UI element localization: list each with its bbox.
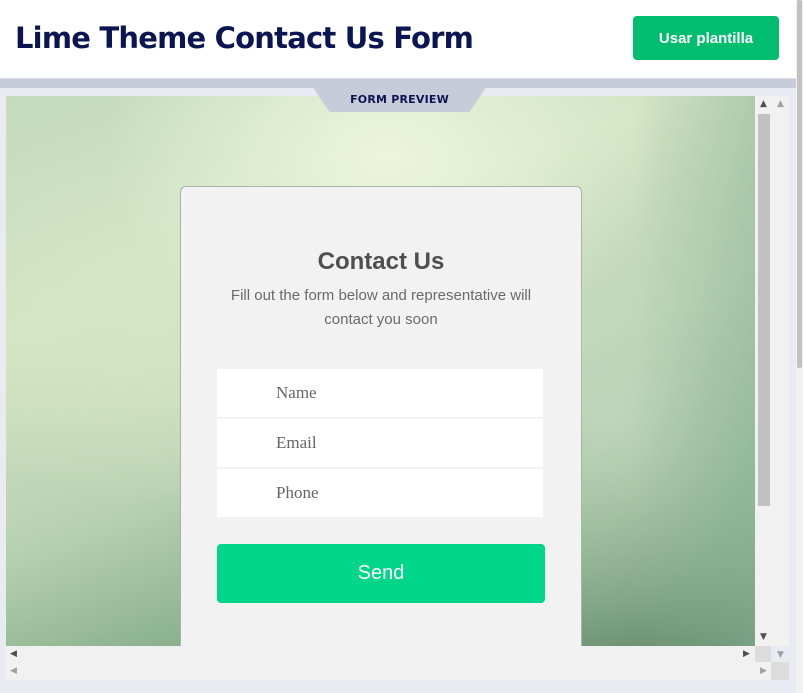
email-field[interactable] bbox=[217, 419, 543, 467]
phone-field[interactable] bbox=[217, 469, 543, 517]
scrollbar-corner bbox=[771, 662, 789, 680]
page-scrollbar-thumb[interactable] bbox=[797, 0, 802, 368]
form-preview-area: Contact Us Fill out the form below and r… bbox=[6, 96, 755, 646]
scroll-right-arrow-icon[interactable]: ▶ bbox=[743, 649, 750, 659]
send-button[interactable]: Send bbox=[217, 544, 545, 603]
scroll-up-arrow-icon[interactable]: ▲ bbox=[777, 99, 784, 109]
scroll-right-arrow-icon[interactable]: ▶ bbox=[760, 666, 767, 676]
outer-horizontal-scrollbar[interactable] bbox=[6, 662, 789, 680]
form-subheading: Fill out the form below and representati… bbox=[230, 287, 532, 328]
contact-form-card: Contact Us Fill out the form below and r… bbox=[180, 186, 582, 646]
scrollbar-corner bbox=[755, 646, 771, 662]
preview-vertical-scroll-thumb[interactable] bbox=[758, 114, 770, 506]
page-title: Lime Theme Contact Us Form bbox=[15, 21, 474, 55]
scroll-left-arrow-icon[interactable]: ◀ bbox=[10, 666, 17, 676]
form-preview-tab-label: FORM PREVIEW bbox=[350, 93, 449, 106]
name-field[interactable] bbox=[217, 369, 543, 417]
scroll-left-arrow-icon[interactable]: ◀ bbox=[10, 649, 17, 659]
form-heading: Contact Us bbox=[317, 248, 445, 275]
header-bar: Lime Theme Contact Us Form Usar plantill… bbox=[0, 0, 796, 79]
scroll-up-arrow-icon[interactable]: ▲ bbox=[760, 99, 767, 109]
scroll-down-arrow-icon[interactable]: ▼ bbox=[760, 632, 767, 642]
use-template-button[interactable]: Usar plantilla bbox=[633, 16, 779, 60]
scroll-down-arrow-icon[interactable]: ▼ bbox=[777, 650, 784, 660]
preview-horizontal-scrollbar[interactable] bbox=[6, 646, 755, 662]
